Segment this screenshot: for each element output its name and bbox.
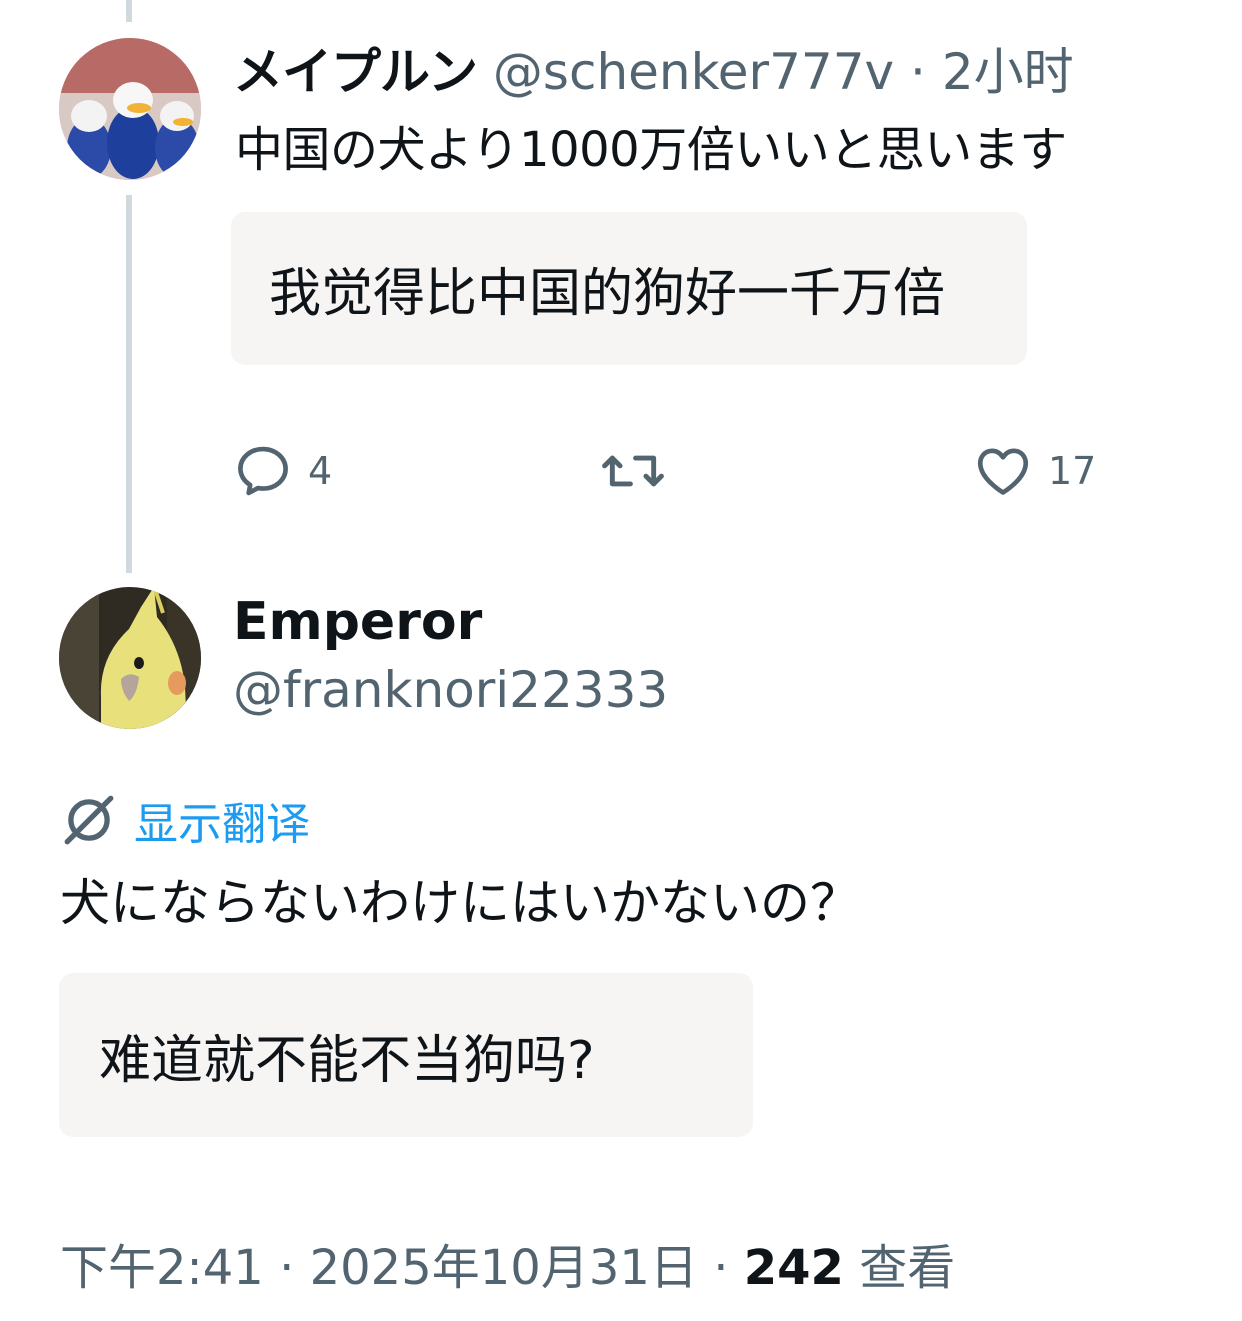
post-text: 犬にならないわけにはいかないの？ — [60, 874, 860, 932]
retweet-button[interactable] — [598, 438, 682, 504]
like-button[interactable]: 17 — [972, 438, 1096, 504]
post-translation-box: 难道就不能不当狗吗? — [59, 973, 753, 1137]
reply-action-bar: 4 17 — [0, 438, 1242, 504]
author-avatar[interactable] — [59, 587, 201, 729]
reply-count: 4 — [308, 449, 333, 493]
cockatiel-photo-icon — [59, 587, 201, 729]
views-count: 242 — [743, 1240, 844, 1296]
post-meta: 下午2:41 · 2025年10月31日 · 242 查看 — [60, 1236, 955, 1300]
retweet-icon — [602, 455, 664, 487]
post-date[interactable]: 2025年10月31日 — [310, 1240, 698, 1296]
reply-header: メイプルン @schenker777v · 2小时 — [233, 40, 1074, 104]
reply-handle[interactable]: @schenker777v — [493, 43, 894, 101]
translate-globe-icon — [64, 795, 114, 845]
separator-dot: · — [279, 1240, 295, 1296]
separator-dot: · — [713, 1240, 729, 1296]
thread-line — [126, 195, 132, 573]
show-translation-link[interactable]: 显示翻译 — [60, 790, 310, 850]
reply-avatar[interactable] — [59, 38, 201, 180]
separator-dot: · — [910, 43, 926, 101]
post-translation-text: 难道就不能不当狗吗? — [99, 1030, 595, 1091]
like-count: 17 — [1048, 449, 1097, 493]
reply-text: 中国の犬より1000万倍いいと思います — [235, 122, 1067, 178]
mascot-photo-icon — [59, 38, 201, 180]
heart-icon — [977, 448, 1029, 495]
reply-button[interactable]: 4 — [232, 438, 332, 504]
post-time[interactable]: 下午2:41 — [60, 1240, 264, 1296]
reply-time[interactable]: 2小时 — [942, 43, 1074, 101]
show-translation-label[interactable]: 显示翻译 — [134, 788, 310, 852]
reply-translation-text: 我觉得比中国的狗好一千万倍 — [269, 264, 946, 324]
views-label: 查看 — [859, 1240, 956, 1296]
author-handle[interactable]: @franknori22333 — [233, 658, 668, 722]
author-display-name[interactable]: Emperor — [233, 590, 482, 654]
reply-translation-box: 我觉得比中国的狗好一千万倍 — [231, 212, 1027, 365]
thread-line-top — [126, 0, 132, 22]
comment-icon — [238, 446, 288, 496]
reply-display-name[interactable]: メイプルン — [233, 43, 478, 101]
